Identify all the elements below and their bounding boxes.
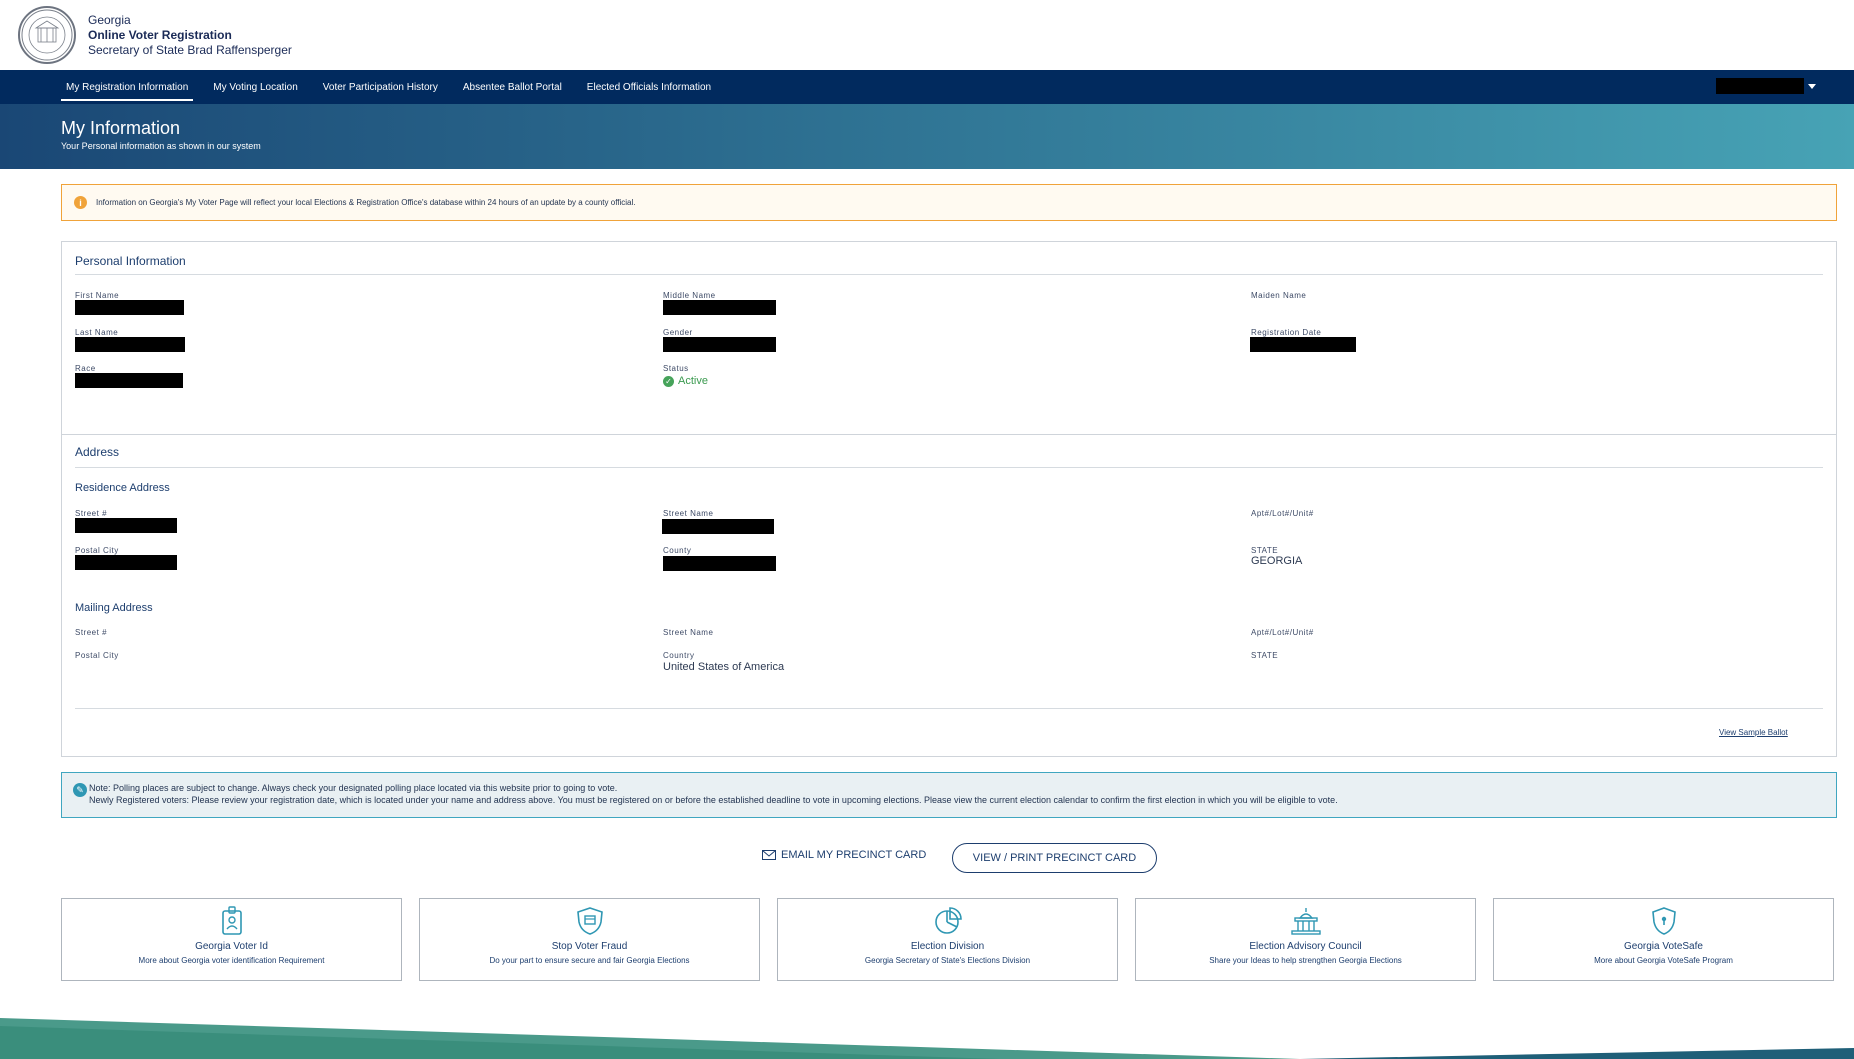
envelope-icon — [762, 850, 776, 860]
status-value: ✓ Active — [663, 375, 708, 387]
nav-participation-history[interactable]: Voter Participation History — [318, 70, 443, 104]
mailing-street-no-label: Street # — [75, 628, 108, 637]
email-precinct-card-label: EMAIL MY PRECINCT CARD — [781, 849, 927, 861]
mailing-apt-label: Apt#/Lot#/Unit# — [1251, 628, 1314, 637]
card-georgia-votesafe[interactable]: Georgia VoteSafe More about Georgia Vote… — [1493, 898, 1834, 981]
mailing-country-value: United States of America — [663, 661, 785, 673]
last-name-label: Last Name — [75, 328, 119, 337]
main-nav: My Registration Information My Voting Lo… — [0, 70, 1854, 104]
address-title: Address — [75, 445, 120, 459]
redacted-street-name — [662, 519, 774, 534]
residence-state-label: STATE — [1251, 546, 1279, 555]
race-label: Race — [75, 364, 96, 373]
residence-street-name-label: Street Name — [663, 509, 714, 518]
card-election-division[interactable]: Election Division Georgia Secretary of S… — [777, 898, 1118, 981]
middle-name-label: Middle Name — [663, 291, 716, 300]
redacted-user-name — [1716, 78, 1804, 94]
card-title: Election Division — [910, 941, 985, 952]
info-icon: i — [74, 196, 87, 209]
page-hero: My Information Your Personal information… — [0, 104, 1854, 169]
voter-info-panel: Personal Information First Name Middle N… — [61, 241, 1837, 757]
shield-badge-icon — [420, 905, 759, 937]
capitol-icon — [1136, 905, 1475, 937]
polling-note: ✎ Note: Polling places are subject to ch… — [61, 772, 1837, 818]
note-line-2: Newly Registered voters: Please review y… — [89, 795, 1338, 805]
mailing-street-name-label: Street Name — [663, 628, 714, 637]
divider — [75, 274, 1823, 275]
first-name-label: First Name — [75, 291, 120, 300]
section-divider — [62, 434, 1836, 435]
brand-app-name: Online Voter Registration — [88, 27, 232, 42]
check-circle-icon: ✓ — [663, 375, 674, 387]
personal-info-title: Personal Information — [75, 254, 186, 268]
pie-chart-icon — [778, 905, 1117, 937]
view-sample-ballot-link[interactable]: View Sample Ballot — [1719, 728, 1788, 737]
nav-elected-officials[interactable]: Elected Officials Information — [582, 70, 716, 104]
alert-text: Information on Georgia's My Voter Page w… — [96, 198, 636, 207]
note-line-1: Note: Polling places are subject to chan… — [89, 783, 618, 793]
maiden-name-label: Maiden Name — [1251, 291, 1307, 300]
nav-my-registration[interactable]: My Registration Information — [61, 70, 194, 104]
georgia-seal-logo — [18, 6, 76, 64]
card-desc: More about Georgia voter identification … — [138, 956, 325, 965]
card-title: Georgia VoteSafe — [1624, 941, 1703, 952]
brand-secretary: Secretary of State Brad Raffensperger — [88, 42, 292, 57]
status-label: Status — [663, 364, 689, 373]
page-subtitle: Your Personal information as shown in ou… — [61, 141, 261, 151]
card-desc: Georgia Secretary of State's Elections D… — [864, 956, 1031, 965]
page-title: My Information — [61, 118, 181, 138]
card-desc: Do your part to ensure secure and fair G… — [489, 956, 690, 965]
mailing-country-label: Country — [663, 651, 695, 660]
pencil-icon: ✎ — [73, 783, 87, 797]
view-print-precinct-card-button[interactable]: VIEW / PRINT PRECINCT CARD — [952, 843, 1157, 873]
divider — [75, 467, 1823, 468]
divider — [75, 708, 1823, 709]
card-title: Georgia Voter Id — [195, 941, 268, 952]
brand-state: Georgia — [88, 12, 131, 27]
residence-postal-city-label: Postal City — [75, 546, 119, 555]
id-badge-icon — [62, 905, 401, 937]
redacted-postal-city — [75, 555, 177, 570]
residence-apt-label: Apt#/Lot#/Unit# — [1251, 509, 1314, 518]
redacted-last-name — [75, 337, 185, 352]
redacted-middle-name — [663, 300, 776, 315]
info-alert: i Information on Georgia's My Voter Page… — [61, 184, 1837, 221]
redacted-county — [663, 556, 776, 571]
nav-absentee-portal[interactable]: Absentee Ballot Portal — [458, 70, 567, 104]
card-title: Stop Voter Fraud — [551, 941, 628, 952]
residence-address-title: Residence Address — [75, 482, 170, 494]
email-precinct-card-button[interactable]: EMAIL MY PRECINCT CARD — [762, 849, 926, 861]
nav-voting-location[interactable]: My Voting Location — [208, 70, 303, 104]
status-text: Active — [678, 375, 708, 387]
card-georgia-voter-id[interactable]: Georgia Voter Id More about Georgia vote… — [61, 898, 402, 981]
residence-state-value: GEORGIA — [1251, 555, 1303, 567]
card-stop-voter-fraud[interactable]: Stop Voter Fraud Do your part to ensure … — [419, 898, 760, 981]
mailing-postal-city-label: Postal City — [75, 651, 119, 660]
mailing-state-label: STATE — [1251, 651, 1279, 660]
residence-street-no-label: Street # — [75, 509, 108, 518]
registration-date-label: Registration Date — [1251, 328, 1322, 337]
card-election-advisory-council[interactable]: Election Advisory Council Share your Ide… — [1135, 898, 1476, 981]
redacted-street-no — [75, 518, 177, 533]
mailing-address-title: Mailing Address — [75, 602, 153, 614]
card-desc: Share your Ideas to help strengthen Geor… — [1209, 956, 1402, 965]
redacted-gender — [663, 337, 776, 352]
card-title: Election Advisory Council — [1249, 941, 1362, 952]
gender-label: Gender — [663, 328, 693, 337]
footer-wave-decoration — [0, 1018, 1854, 1059]
resource-cards: Georgia Voter Id More about Georgia vote… — [61, 898, 1837, 981]
shield-lock-icon — [1494, 905, 1833, 937]
redacted-race — [75, 373, 183, 388]
site-header: Georgia Online Voter Registration Secret… — [0, 0, 1854, 70]
redacted-registration-date — [1250, 337, 1356, 352]
chevron-down-icon — [1808, 83, 1816, 89]
card-desc: More about Georgia VoteSafe Program — [1594, 956, 1733, 965]
redacted-first-name — [75, 300, 184, 315]
residence-county-label: County — [663, 546, 692, 555]
user-menu[interactable] — [1716, 78, 1816, 94]
